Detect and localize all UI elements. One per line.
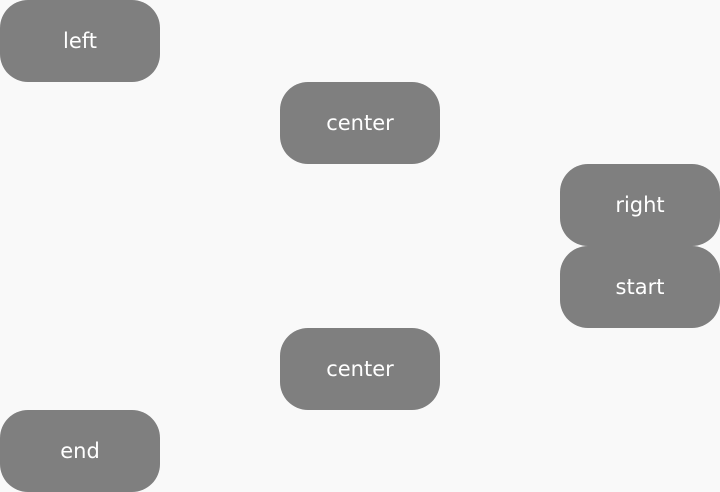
pill-label: right (615, 192, 665, 217)
pill-start: start (560, 246, 720, 328)
pill-label: center (326, 110, 394, 135)
pill-label: end (60, 438, 100, 463)
pill-label: start (615, 274, 665, 299)
pill-center-bottom: center (280, 328, 440, 410)
pill-label: left (62, 28, 97, 53)
pill-left: left (0, 0, 160, 82)
pill-center-top: center (280, 82, 440, 164)
alignment-demo-canvas: left center right start center end (0, 0, 720, 492)
pill-end: end (0, 410, 160, 492)
pill-right: right (560, 164, 720, 246)
pill-label: center (326, 356, 394, 381)
